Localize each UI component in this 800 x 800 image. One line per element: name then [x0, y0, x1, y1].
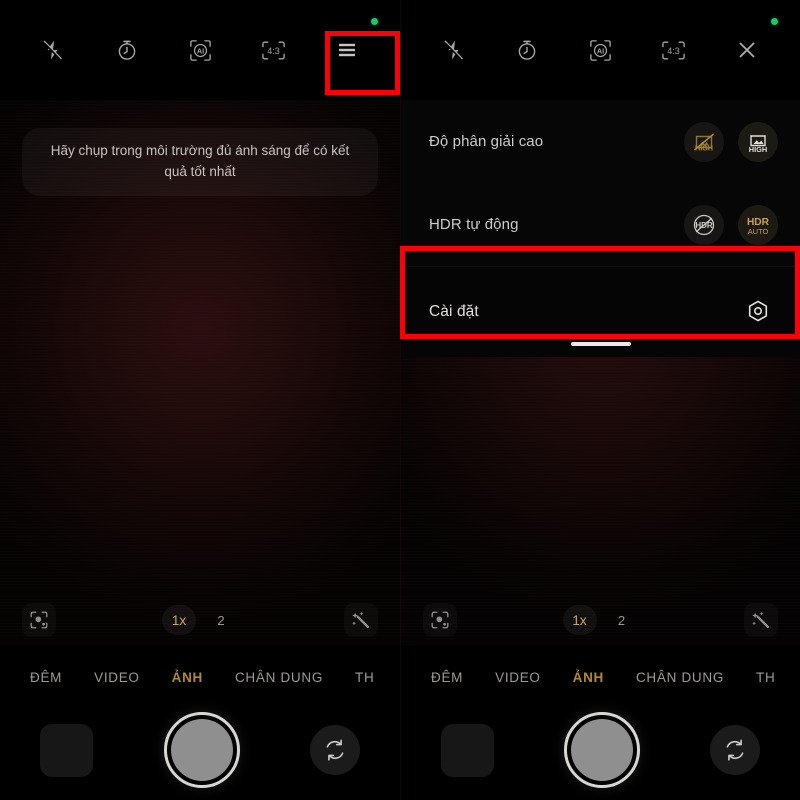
left-zoom-toolbar: 1x 2 — [0, 595, 400, 645]
zoom-level-1x[interactable]: 1x — [162, 605, 196, 635]
gear-hex-icon[interactable] — [738, 292, 778, 332]
camera-tutorial-screenshot: AI 4:3 Hãy chụp trong môi trường đủ ánh … — [0, 0, 800, 800]
ai-scene-icon[interactable]: AI — [574, 23, 628, 77]
left-shutter-bar — [0, 700, 400, 800]
lens-scan-icon[interactable] — [423, 603, 457, 637]
ai-scene-icon[interactable]: AI — [173, 23, 227, 77]
lens-scan-icon[interactable] — [22, 603, 56, 637]
mode-tab-portrait[interactable]: CHÂN DUNG — [219, 670, 339, 685]
high-res-off-icon[interactable]: HIGH — [684, 121, 724, 162]
timer-icon[interactable] — [100, 23, 154, 77]
zoom-level-2x[interactable]: 2 — [204, 605, 238, 635]
settings-row[interactable]: Cài đặt — [401, 267, 800, 357]
hdr-auto-icon[interactable]: HDR AUTO — [738, 204, 778, 245]
setting-label-high-resolution: Độ phân giải cao — [429, 133, 544, 150]
aspect-ratio-icon[interactable]: 4:3 — [247, 23, 301, 77]
shutter-button[interactable] — [564, 712, 640, 788]
right-panel-settings-menu-open: AI 4:3 Độ phân giải cao HIGH HIGH HDR tự… — [400, 0, 800, 800]
left-mode-tabs: ĐÊM VIDEO ẢNH CHÂN DUNG TH — [0, 654, 400, 700]
svg-text:4:3: 4:3 — [267, 45, 280, 55]
camera-settings-sheet: Độ phân giải cao HIGH HIGH HDR tự động H… — [401, 100, 800, 357]
hdr-off-icon[interactable]: HDR — [684, 204, 724, 245]
right-shutter-bar — [401, 700, 800, 800]
mode-tab-photo[interactable]: ẢNH — [557, 670, 620, 685]
shutter-inner-circle — [170, 719, 233, 781]
lighting-hint-toast: Hãy chụp trong môi trường đủ ánh sáng để… — [22, 128, 378, 196]
zoom-level-2x[interactable]: 2 — [605, 605, 639, 635]
zoom-level-1x[interactable]: 1x — [562, 605, 597, 635]
svg-text:HIGH: HIGH — [749, 144, 767, 153]
setting-label-hdr-auto: HDR tự động — [429, 216, 519, 233]
aspect-ratio-icon[interactable]: 4:3 — [647, 23, 701, 77]
mode-tab-night[interactable]: ĐÊM — [14, 670, 78, 685]
right-top-toolbar: AI 4:3 — [401, 0, 800, 100]
gallery-thumbnail[interactable] — [40, 723, 93, 777]
mode-tab-video[interactable]: VIDEO — [78, 670, 156, 685]
mode-tab-photo[interactable]: ẢNH — [156, 670, 219, 685]
magic-wand-icon[interactable] — [344, 603, 378, 637]
menu-icon[interactable] — [320, 23, 374, 77]
left-zoom-levels: 1x 2 — [162, 605, 238, 635]
flip-camera-icon[interactable] — [710, 725, 760, 775]
timer-icon[interactable] — [500, 23, 554, 77]
svg-text:AUTO: AUTO — [748, 227, 769, 236]
magic-wand-icon[interactable] — [744, 603, 778, 637]
shutter-inner-circle — [571, 719, 633, 781]
mode-tab-more[interactable]: TH — [339, 670, 390, 685]
privacy-indicator-dot — [371, 18, 378, 25]
flash-off-icon[interactable] — [427, 23, 481, 77]
settings-row-label: Cài đặt — [429, 303, 479, 320]
close-icon[interactable] — [720, 23, 774, 77]
sheet-drag-handle[interactable] — [570, 342, 631, 346]
setting-row-hdr-auto: HDR tự động HDR HDR AUTO — [401, 183, 800, 266]
right-zoom-levels: 1x 2 — [562, 605, 639, 635]
flip-camera-icon[interactable] — [310, 725, 360, 775]
high-res-on-icon[interactable]: HIGH — [738, 121, 778, 162]
mode-tab-portrait[interactable]: CHÂN DUNG — [620, 670, 740, 685]
svg-text:AI: AI — [196, 46, 203, 55]
mode-tab-more[interactable]: TH — [740, 670, 791, 685]
gallery-thumbnail[interactable] — [441, 723, 494, 777]
mode-tab-night[interactable]: ĐÊM — [415, 670, 479, 685]
privacy-indicator-dot-right — [771, 18, 778, 25]
svg-text:4:3: 4:3 — [667, 45, 680, 55]
left-top-toolbar: AI 4:3 — [0, 0, 400, 100]
shutter-button[interactable] — [163, 712, 240, 788]
svg-text:AI: AI — [597, 46, 604, 55]
mode-tab-video[interactable]: VIDEO — [479, 670, 557, 685]
right-zoom-toolbar: 1x 2 — [401, 595, 800, 645]
setting-row-high-resolution: Độ phân giải cao HIGH HIGH — [401, 100, 800, 183]
right-mode-tabs: ĐÊM VIDEO ẢNH CHÂN DUNG TH — [401, 654, 800, 700]
flash-off-icon[interactable] — [26, 23, 80, 77]
left-panel-camera-viewfinder: AI 4:3 Hãy chụp trong môi trường đủ ánh … — [0, 0, 400, 800]
